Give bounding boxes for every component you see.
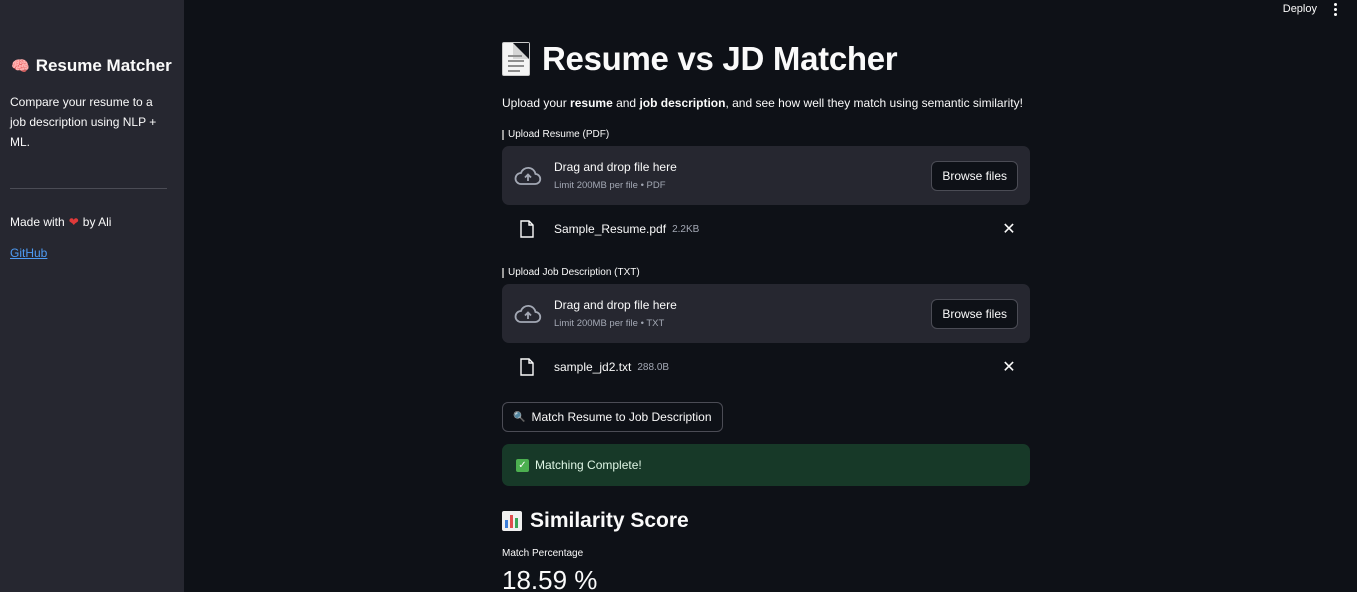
intro-bold-resume: resume [570, 96, 613, 110]
match-button[interactable]: 🔍 Match Resume to Job Description [502, 402, 723, 432]
made-with-text: Made with ❤ by Ali [10, 215, 174, 229]
jd-dropzone-text: Drag and drop file here Limit 200MB per … [554, 298, 931, 329]
jd-upload-label-text: Upload Job Description (TXT) [508, 267, 640, 278]
jd-file-name: sample_jd2.txt [554, 360, 632, 374]
remove-jd-close-icon[interactable]: ✕ [1002, 357, 1016, 377]
sidebar-divider [10, 188, 167, 189]
intro-part-3: , and see how well they match using sema… [725, 96, 1023, 110]
deploy-button[interactable]: Deploy [1283, 3, 1317, 15]
metric-value: 18.59 % [502, 565, 598, 592]
intro-part-1: Upload your [502, 96, 571, 110]
success-alert: ✓ Matching Complete! [502, 444, 1030, 486]
similarity-score-heading: Similarity Score [502, 506, 1030, 536]
app-root: 🧠 Resume Matcher Compare your resume to … [0, 0, 1357, 592]
jd-browse-button[interactable]: Browse files [931, 298, 1018, 329]
resume-limit-text: Limit 200MB per file • PDF [554, 180, 666, 191]
jd-drag-text: Drag and drop file here [554, 298, 677, 312]
intro-part-2: and [612, 96, 640, 110]
sidebar-title: 🧠 Resume Matcher [11, 56, 174, 76]
resume-file-size: 2.2KB [672, 223, 700, 235]
jd-limit-text: Limit 200MB per file • TXT [554, 318, 665, 329]
file-icon [520, 358, 534, 376]
resume-upload-label: Upload Resume (PDF) [502, 129, 1030, 140]
bar-chart-icon [502, 511, 522, 531]
page-title-text: Resume vs JD Matcher [542, 40, 898, 77]
sidebar-title-text: Resume Matcher [35, 56, 172, 75]
document-icon [502, 42, 530, 76]
sidebar-description: Compare your resume to a job description… [10, 95, 157, 149]
resume-drag-text: Drag and drop file here [554, 160, 677, 174]
success-alert-text: Matching Complete! [535, 458, 642, 472]
cloud-upload-icon [514, 304, 542, 323]
match-button-label: Match Resume to Job Description [531, 410, 712, 424]
resume-dropzone-text: Drag and drop file here Limit 200MB per … [554, 160, 931, 191]
resume-file-name: Sample_Resume.pdf [554, 222, 667, 236]
sidebar: 🧠 Resume Matcher Compare your resume to … [0, 0, 184, 592]
label-marker-icon [502, 129, 504, 140]
heart-icon: ❤ [68, 215, 79, 229]
page-title: Resume vs JD Matcher [502, 36, 1030, 82]
made-with-prefix: Made with [10, 215, 65, 229]
similarity-score-title: Similarity Score [530, 509, 689, 532]
main-content: Resume vs JD Matcher Upload your resume … [502, 36, 1030, 592]
metric-label: Match Percentage [502, 548, 584, 559]
label-marker-icon [502, 267, 504, 278]
jd-upload-label: Upload Job Description (TXT) [502, 267, 1030, 278]
top-toolbar: Deploy [1283, 0, 1357, 18]
resume-browse-button[interactable]: Browse files [931, 160, 1018, 191]
made-with-suffix: by Ali [82, 215, 112, 229]
brain-icon: 🧠 [11, 58, 30, 75]
jd-uploaded-file: sample_jd2.txt 288.0B ✕ [502, 343, 1030, 391]
jd-file-size: 288.0B [637, 361, 670, 373]
jd-dropzone[interactable]: Drag and drop file here Limit 200MB per … [502, 284, 1030, 343]
resume-uploaded-file: Sample_Resume.pdf 2.2KB ✕ [502, 205, 1030, 253]
intro-bold-jd: job description [639, 96, 726, 110]
cloud-upload-icon [514, 166, 542, 185]
intro-text: Upload your resume and job description, … [502, 96, 1030, 110]
check-mark-icon: ✓ [516, 458, 529, 472]
resume-dropzone[interactable]: Drag and drop file here Limit 200MB per … [502, 146, 1030, 205]
main-menu-icon[interactable] [1329, 2, 1341, 16]
resume-upload-label-text: Upload Resume (PDF) [508, 129, 610, 140]
github-link[interactable]: GitHub [10, 246, 47, 260]
magnifier-icon: 🔍 [513, 411, 526, 423]
remove-resume-close-icon[interactable]: ✕ [1002, 219, 1016, 239]
file-icon [520, 220, 534, 238]
